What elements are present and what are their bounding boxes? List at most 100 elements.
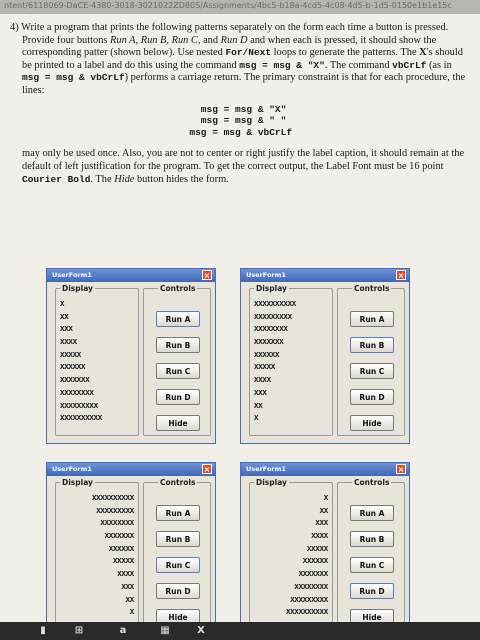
form-title: UserForm1	[52, 271, 92, 279]
close-icon[interactable]: ×	[202, 464, 212, 474]
pattern-row: X	[60, 301, 65, 309]
text-run: Run A, Run B, Run C,	[110, 34, 201, 46]
text-run: (as in	[426, 59, 452, 71]
form-title-bar: UserForm1 ×	[241, 269, 409, 282]
text-run: . The command	[324, 59, 393, 71]
form-title: UserForm1	[246, 465, 286, 473]
run-a-button[interactable]: Run A	[350, 311, 394, 327]
text-run: Courier Bold	[22, 173, 91, 185]
close-icon[interactable]: ×	[396, 464, 406, 474]
pattern-row: XXXXXXXXXX	[60, 415, 103, 424]
text-run: Hide	[114, 173, 135, 185]
pattern-row: XXXXX	[306, 545, 328, 554]
document-page: 4) Write a program that prints the follo…	[0, 14, 480, 638]
pattern-row: XX	[254, 402, 263, 411]
controls-frame: Controls Run A Run B Run C Run D Hide	[143, 284, 211, 436]
pattern-row: XXXXXXX	[254, 339, 284, 348]
text-run: X	[419, 47, 427, 59]
code-line: msg = msg & " "	[178, 115, 287, 127]
pattern-row: XXXXXXXX	[254, 326, 288, 335]
code-block: msg = msg & "X" msg = msg & " " msg = ms…	[178, 104, 466, 139]
hide-button[interactable]: Hide	[350, 415, 394, 431]
userform-window: UserForm1×DisplayXXXXXXXXXXXXXXXXXXXXXXX…	[240, 462, 410, 638]
text-run: and	[200, 34, 221, 46]
run-c-button[interactable]: Run C	[350, 363, 394, 379]
run-a-button[interactable]: Run A	[156, 311, 200, 327]
run-b-button[interactable]: Run B	[350, 531, 394, 547]
pattern-row: XXXXXX	[302, 558, 329, 567]
pattern-row: XXXXXXXXX	[290, 596, 328, 605]
run-c-button[interactable]: Run C	[156, 363, 200, 379]
pattern-row: X	[254, 415, 259, 424]
pattern-row: XXXXXXXX	[60, 389, 94, 398]
run-d-button[interactable]: Run D	[350, 583, 394, 599]
excel-icon[interactable]: X	[194, 625, 208, 637]
pattern-row: XXXXXXXXX	[254, 313, 292, 322]
windows-icon[interactable]: ⊞	[72, 625, 86, 637]
pattern-label: XXXXXXXXXXXXXXXXXXXXXXXXXXXXXXXXXXXXXXXX…	[254, 493, 328, 620]
controls-label: Controls	[352, 284, 392, 293]
question-text: Write a program that prints the followin…	[21, 22, 465, 96]
controls-frame: Controls Run A Run B Run C Run D Hide	[143, 478, 211, 630]
pattern-row: X	[323, 495, 329, 503]
text-run: loops to generate the patterns. The	[271, 47, 420, 59]
run-c-button[interactable]: Run C	[350, 557, 394, 573]
pattern-row: XXXXX	[112, 558, 134, 567]
pattern-row: XXXXXXX	[60, 377, 90, 386]
controls-label: Controls	[158, 478, 198, 487]
pattern-label: XXXXXXXXXXXXXXXXXXXXXXXXXXXXXXXXXXXXXXXX…	[60, 299, 134, 426]
form-title: UserForm1	[246, 271, 286, 279]
pattern-row: XXXXX	[60, 351, 82, 360]
close-icon[interactable]: ×	[396, 270, 406, 280]
display-frame: DisplayXXXXXXXXXXXXXXXXXXXXXXXXXXXXXXXXX…	[55, 284, 139, 436]
display-frame: DisplayXXXXXXXXXXXXXXXXXXXXXXXXXXXXXXXXX…	[55, 478, 139, 630]
run-d-button[interactable]: Run D	[156, 389, 200, 405]
photos-icon[interactable]: ▦	[158, 625, 172, 637]
run-d-button[interactable]: Run D	[156, 583, 200, 599]
display-frame: DisplayXXXXXXXXXXXXXXXXXXXXXXXXXXXXXXXXX…	[249, 284, 333, 436]
controls-label: Controls	[352, 478, 392, 487]
taskbar: ▮ ⊞ a ▦ X	[0, 622, 480, 640]
pattern-row: XXX	[60, 326, 73, 335]
pattern-row: XXXXXXX	[298, 571, 329, 580]
text-run: button hides the form.	[134, 173, 229, 185]
text-run: . The	[90, 173, 115, 185]
run-b-button[interactable]: Run B	[156, 337, 200, 353]
run-b-button[interactable]: Run B	[156, 531, 200, 547]
pattern-row: XXXXXXXX	[100, 520, 134, 529]
form-title-bar: UserForm1 ×	[47, 463, 215, 476]
controls-label: Controls	[158, 284, 198, 293]
pattern-row: XXXXXXXX	[294, 583, 328, 592]
controls-frame: Controls Run A Run B Run C Run D Hide	[337, 478, 405, 630]
display-label: Display	[254, 284, 289, 293]
pattern-row: XXXXXXXXXX	[254, 301, 297, 309]
pattern-row: XXXX	[117, 571, 134, 580]
userform-window: UserForm1×DisplayXXXXXXXXXXXXXXXXXXXXXXX…	[46, 462, 216, 638]
pattern-row: XXXX	[254, 377, 271, 386]
pattern-row: XXXXXXXXX	[96, 507, 134, 516]
text-run: msg = msg & "X"	[239, 59, 325, 71]
run-a-button[interactable]: Run A	[156, 505, 200, 521]
form-examples-grid: UserForm1 × Display X XX XXX XXXX XXXXX XXXXXX XX…	[46, 268, 426, 638]
run-b-button[interactable]: Run B	[350, 337, 394, 353]
pattern-row: XX	[60, 313, 69, 322]
pattern-row: XXXXXX	[254, 351, 280, 360]
pattern-row: XXX	[315, 520, 328, 529]
run-d-button[interactable]: Run D	[350, 389, 394, 405]
run-c-button[interactable]: Run C	[156, 557, 200, 573]
hide-button[interactable]: Hide	[156, 415, 200, 431]
pattern-row: XXXX	[311, 533, 328, 542]
start-icon[interactable]: ▮	[36, 625, 50, 637]
pattern-row: XXXX	[60, 339, 77, 348]
pattern-row: XXX	[254, 389, 267, 398]
run-a-button[interactable]: Run A	[350, 505, 394, 521]
question-paragraph-2: may only be used once. Also, you are not…	[8, 148, 466, 186]
store-icon[interactable]: a	[116, 625, 130, 637]
controls-frame: Controls Run A Run B Run C Run D Hide	[337, 284, 405, 436]
close-icon[interactable]: ×	[202, 270, 212, 280]
question-number: 4)	[10, 22, 19, 33]
pattern-row: XXXXXX	[60, 364, 86, 373]
text-run: msg = msg & vbCrLf	[22, 72, 125, 84]
display-label: Display	[60, 284, 95, 293]
form-title-bar: UserForm1 ×	[47, 269, 215, 282]
